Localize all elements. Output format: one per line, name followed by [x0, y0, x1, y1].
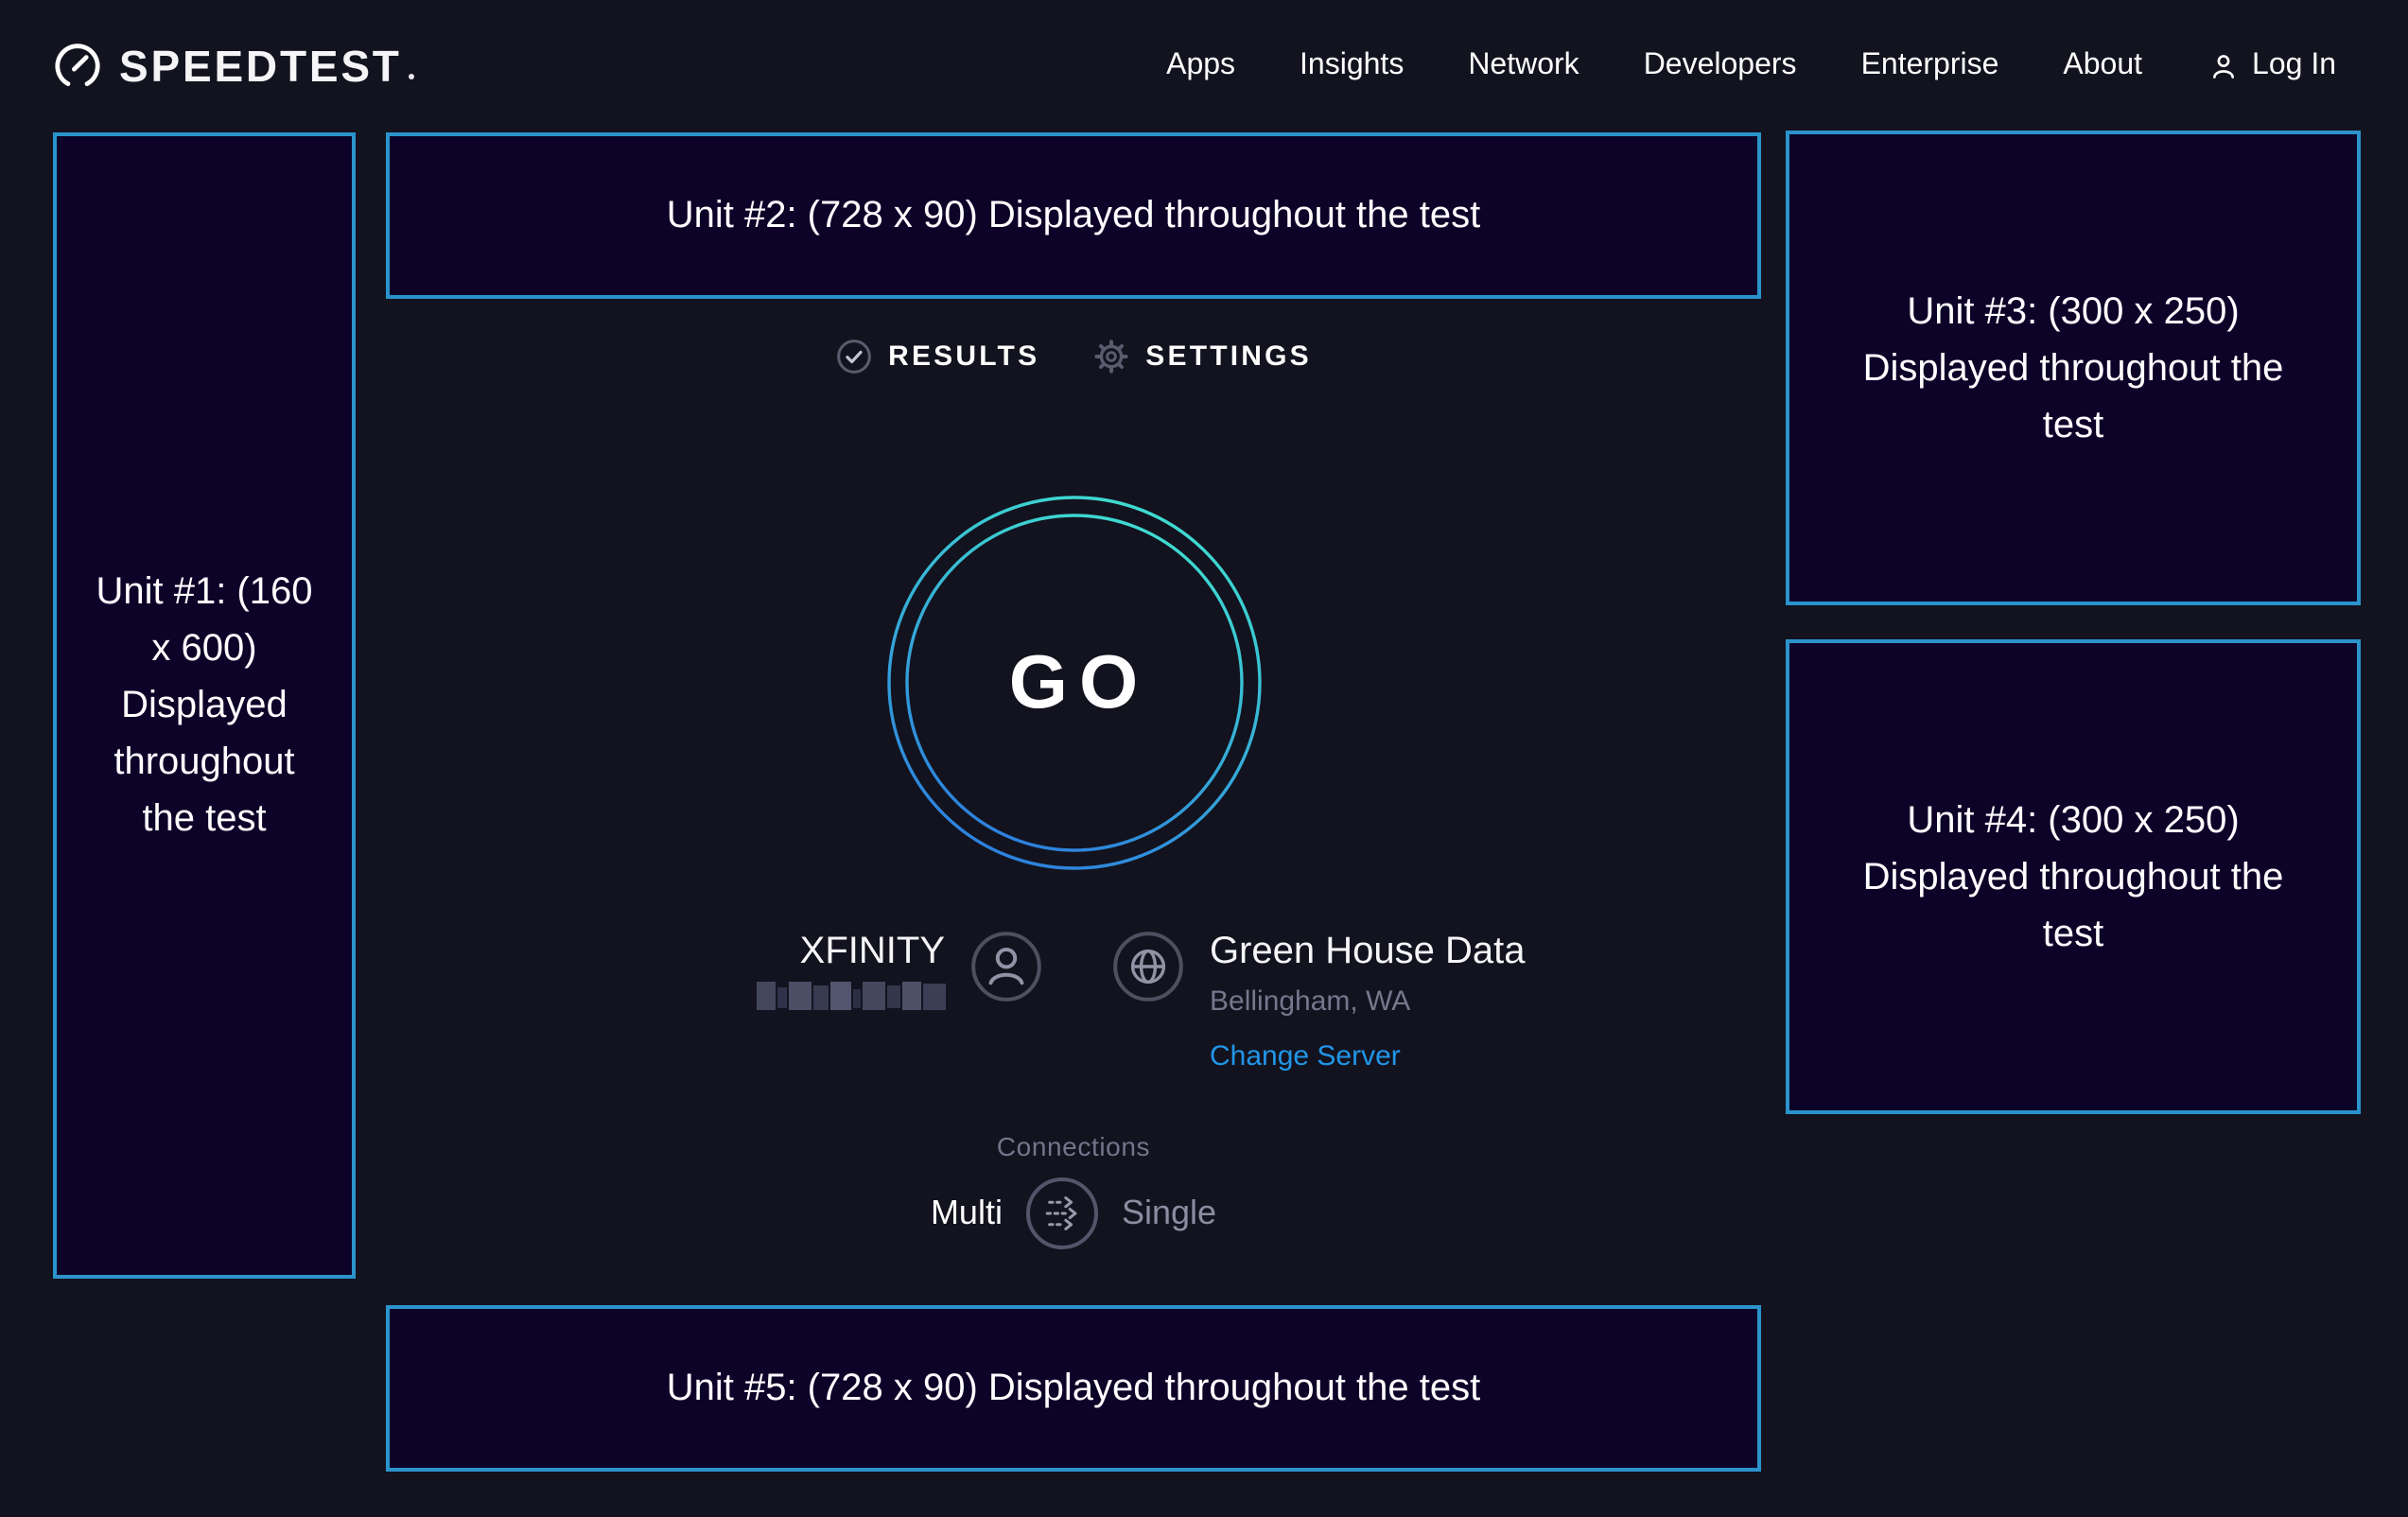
settings-tab-label: SETTINGS	[1145, 340, 1312, 373]
host-info-row: XFINITY Gr	[386, 914, 1761, 1122]
server-location: Bellingham, WA	[1210, 984, 1410, 1021]
connection-toggle[interactable]	[1025, 1177, 1099, 1250]
redacted-ip-address	[756, 982, 945, 1016]
server-name: Green House Data	[1210, 929, 1526, 974]
check-circle-icon	[835, 339, 871, 375]
tab-results[interactable]: RESULTS	[835, 339, 1039, 375]
isp-text: XFINITY	[756, 929, 945, 1016]
tab-settings[interactable]: SETTINGS	[1092, 339, 1312, 375]
ad-unit-4-label: Unit #4: (300 x 250) Displayed throughou…	[1854, 792, 2293, 962]
server-text: Green House Data Bellingham, WA Change S…	[1210, 929, 1526, 1076]
speedtest-app: SPEEDTEST Apps Insights Network Develope…	[0, 0, 2408, 1517]
isp-name: XFINITY	[800, 929, 945, 974]
gear-icon	[1092, 339, 1128, 375]
ad-unit-3-label: Unit #3: (300 x 250) Displayed throughou…	[1854, 283, 2293, 453]
nav-item-login[interactable]: Log In	[2207, 49, 2336, 83]
ad-unit-1-label: Unit #1: (160 x 600) Displayed throughou…	[89, 564, 320, 847]
tabs-row: RESULTS SETTINGS	[386, 339, 1761, 375]
speedtest-logo[interactable]: SPEEDTEST	[53, 41, 415, 92]
user-circle-icon	[969, 931, 1041, 1003]
globe-circle-icon	[1111, 931, 1183, 1003]
logo-text: SPEEDTEST	[119, 41, 402, 92]
multi-connection-arrows-icon	[1025, 1177, 1099, 1250]
results-tab-label: RESULTS	[888, 340, 1039, 373]
go-button[interactable]: GO	[884, 494, 1263, 872]
ad-unit-1[interactable]: Unit #1: (160 x 600) Displayed throughou…	[53, 132, 356, 1279]
nav-item-about[interactable]: About	[2063, 49, 2142, 83]
connections-row: Multi Single	[386, 1177, 1761, 1250]
server-block: Green House Data Bellingham, WA Change S…	[1111, 914, 1526, 1076]
connections-control: Connections Multi	[386, 1127, 1761, 1250]
connection-mode-single[interactable]: Single	[1122, 1194, 1216, 1233]
ad-unit-4[interactable]: Unit #4: (300 x 250) Displayed throughou…	[1786, 639, 2361, 1114]
change-server-link[interactable]: Change Server	[1210, 1038, 1401, 1076]
ad-unit-3[interactable]: Unit #3: (300 x 250) Displayed throughou…	[1786, 131, 2361, 605]
speed-test-panel: RESULTS SETTINGS	[386, 0, 1761, 1517]
nav-item-enterprise[interactable]: Enterprise	[1861, 49, 1999, 83]
speedometer-logo-icon	[53, 42, 102, 91]
go-button-label: GO	[884, 494, 1263, 872]
connections-label: Connections	[386, 1127, 1761, 1165]
isp-block: XFINITY	[756, 914, 1041, 1016]
connection-mode-multi[interactable]: Multi	[931, 1194, 1003, 1233]
login-label: Log In	[2252, 49, 2336, 83]
user-icon	[2207, 50, 2239, 82]
